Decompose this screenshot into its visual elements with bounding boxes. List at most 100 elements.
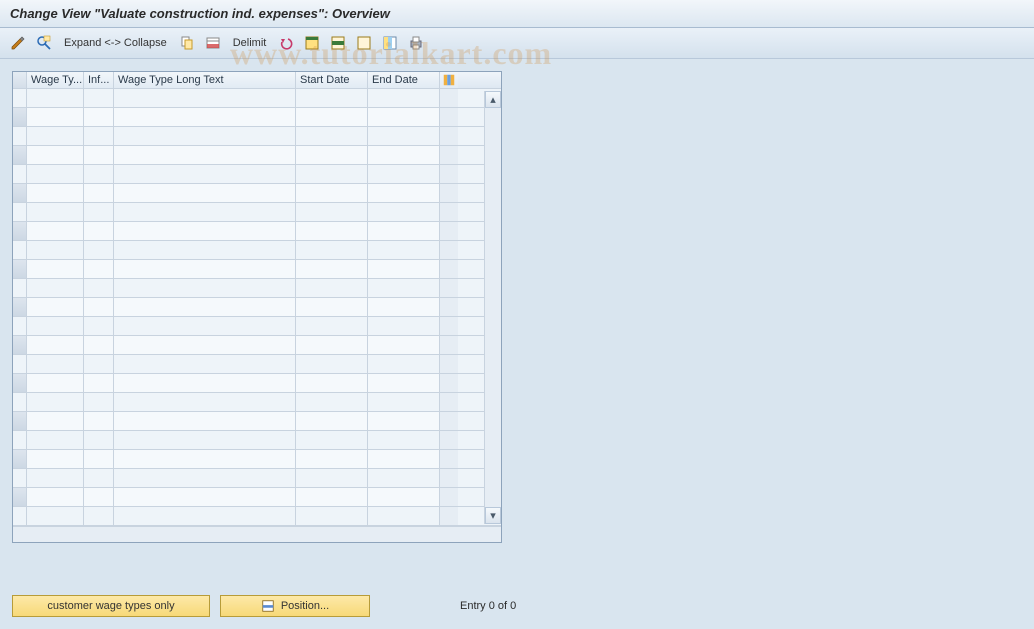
edit-toggle-button[interactable]	[8, 33, 28, 53]
table-row[interactable]	[13, 184, 501, 203]
cell-end-date[interactable]	[368, 317, 440, 335]
cell-end-date[interactable]	[368, 203, 440, 221]
cell-wage-type[interactable]	[27, 222, 84, 240]
delete-button[interactable]	[203, 33, 223, 53]
delimit-label[interactable]: Delimit	[229, 37, 271, 49]
table-row[interactable]	[13, 222, 501, 241]
cell-end-date[interactable]	[368, 469, 440, 487]
cell-start-date[interactable]	[296, 355, 368, 373]
horizontal-scroll-area[interactable]	[13, 526, 501, 542]
cell-long-text[interactable]	[114, 507, 296, 525]
copy-as-button[interactable]	[177, 33, 197, 53]
cell-wage-type[interactable]	[27, 355, 84, 373]
cell-long-text[interactable]	[114, 317, 296, 335]
cell-inf[interactable]	[84, 279, 114, 297]
row-selector[interactable]	[13, 165, 27, 183]
scroll-up-button[interactable]: ▴	[485, 91, 501, 108]
cell-inf[interactable]	[84, 165, 114, 183]
cell-end-date[interactable]	[368, 89, 440, 107]
cell-start-date[interactable]	[296, 336, 368, 354]
cell-long-text[interactable]	[114, 260, 296, 278]
table-row[interactable]	[13, 393, 501, 412]
cell-end-date[interactable]	[368, 146, 440, 164]
table-row[interactable]	[13, 89, 501, 108]
cell-start-date[interactable]	[296, 317, 368, 335]
cell-wage-type[interactable]	[27, 108, 84, 126]
cell-inf[interactable]	[84, 431, 114, 449]
row-selector-header[interactable]	[13, 72, 27, 88]
cell-inf[interactable]	[84, 374, 114, 392]
table-row[interactable]	[13, 260, 501, 279]
cell-long-text[interactable]	[114, 374, 296, 392]
cell-end-date[interactable]	[368, 450, 440, 468]
cell-inf[interactable]	[84, 184, 114, 202]
cell-start-date[interactable]	[296, 165, 368, 183]
cell-end-date[interactable]	[368, 279, 440, 297]
cell-long-text[interactable]	[114, 412, 296, 430]
cell-start-date[interactable]	[296, 393, 368, 411]
cell-wage-type[interactable]	[27, 412, 84, 430]
table-row[interactable]	[13, 469, 501, 488]
cell-wage-type[interactable]	[27, 89, 84, 107]
cell-inf[interactable]	[84, 355, 114, 373]
cell-start-date[interactable]	[296, 374, 368, 392]
cell-long-text[interactable]	[114, 336, 296, 354]
cell-inf[interactable]	[84, 317, 114, 335]
cell-start-date[interactable]	[296, 203, 368, 221]
table-row[interactable]	[13, 488, 501, 507]
cell-start-date[interactable]	[296, 222, 368, 240]
select-block-button[interactable]	[328, 33, 348, 53]
cell-start-date[interactable]	[296, 146, 368, 164]
table-row[interactable]	[13, 241, 501, 260]
row-selector[interactable]	[13, 431, 27, 449]
cell-inf[interactable]	[84, 507, 114, 525]
deselect-all-button[interactable]	[354, 33, 374, 53]
col-header-wage-type[interactable]: Wage Ty...	[27, 72, 84, 88]
cell-long-text[interactable]	[114, 450, 296, 468]
cell-long-text[interactable]	[114, 203, 296, 221]
cell-end-date[interactable]	[368, 222, 440, 240]
row-selector[interactable]	[13, 507, 27, 525]
cell-long-text[interactable]	[114, 222, 296, 240]
cell-start-date[interactable]	[296, 184, 368, 202]
cell-wage-type[interactable]	[27, 241, 84, 259]
row-selector[interactable]	[13, 127, 27, 145]
cell-end-date[interactable]	[368, 336, 440, 354]
table-row[interactable]	[13, 298, 501, 317]
row-selector[interactable]	[13, 222, 27, 240]
position-button[interactable]: Position...	[220, 595, 370, 617]
cell-long-text[interactable]	[114, 165, 296, 183]
table-row[interactable]	[13, 203, 501, 222]
cell-end-date[interactable]	[368, 241, 440, 259]
cell-long-text[interactable]	[114, 355, 296, 373]
row-selector[interactable]	[13, 412, 27, 430]
cell-wage-type[interactable]	[27, 336, 84, 354]
cell-long-text[interactable]	[114, 488, 296, 506]
table-settings-button[interactable]	[440, 72, 458, 88]
table-row[interactable]	[13, 374, 501, 393]
row-selector[interactable]	[13, 374, 27, 392]
row-selector[interactable]	[13, 108, 27, 126]
row-selector[interactable]	[13, 469, 27, 487]
cell-wage-type[interactable]	[27, 450, 84, 468]
cell-inf[interactable]	[84, 89, 114, 107]
cell-end-date[interactable]	[368, 127, 440, 145]
table-row[interactable]	[13, 412, 501, 431]
table-row[interactable]	[13, 336, 501, 355]
cell-start-date[interactable]	[296, 450, 368, 468]
row-selector[interactable]	[13, 488, 27, 506]
row-selector[interactable]	[13, 89, 27, 107]
cell-long-text[interactable]	[114, 393, 296, 411]
cell-inf[interactable]	[84, 469, 114, 487]
cell-start-date[interactable]	[296, 298, 368, 316]
table-row[interactable]	[13, 279, 501, 298]
table-row[interactable]	[13, 431, 501, 450]
cell-long-text[interactable]	[114, 146, 296, 164]
row-selector[interactable]	[13, 184, 27, 202]
cell-inf[interactable]	[84, 108, 114, 126]
row-selector[interactable]	[13, 298, 27, 316]
cell-start-date[interactable]	[296, 412, 368, 430]
cell-end-date[interactable]	[368, 165, 440, 183]
cell-long-text[interactable]	[114, 89, 296, 107]
row-selector[interactable]	[13, 450, 27, 468]
